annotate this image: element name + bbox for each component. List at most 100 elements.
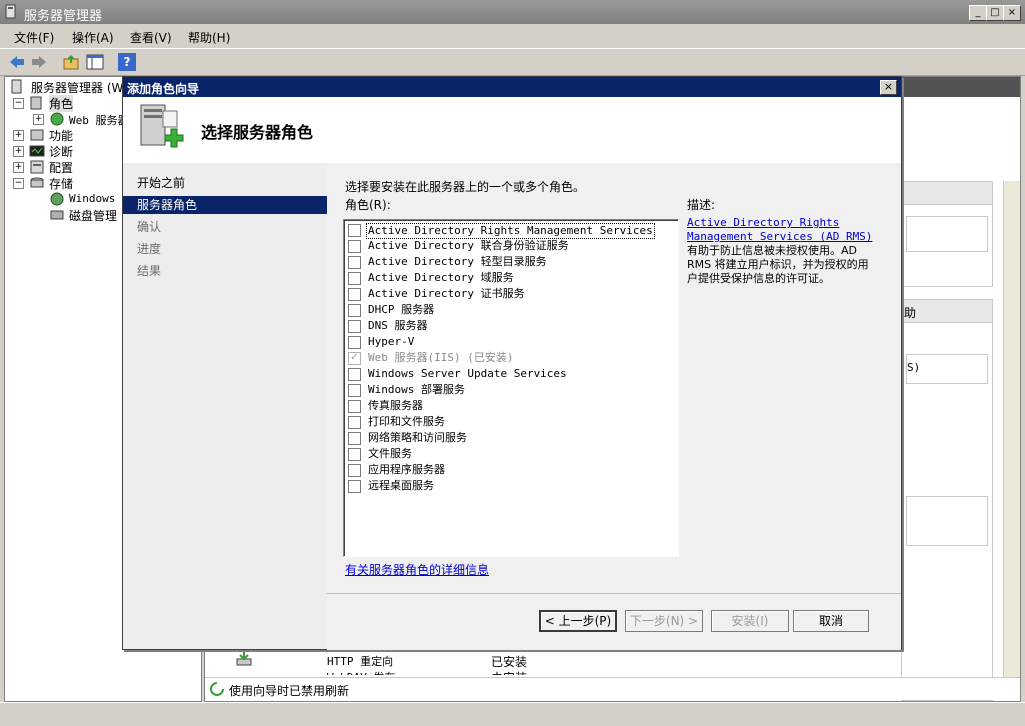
role-checkbox[interactable]: [348, 288, 361, 301]
minimize-button[interactable]: _: [969, 5, 987, 21]
tree-label-storage: 存储: [49, 177, 74, 191]
install-button: 安装(I): [711, 610, 789, 632]
window-titlebar: 服务器管理器 _ □ ×: [0, 0, 1025, 24]
step-results: 结果: [137, 264, 162, 278]
tree-label-features: 功能: [49, 129, 74, 143]
role-label: Active Directory 域服务: [368, 271, 514, 284]
dialog-header-title: 选择服务器角色: [201, 123, 314, 142]
instruction-text: 选择要安装在此服务器上的一个或多个角色。: [345, 180, 586, 194]
expand-features-toggle[interactable]: +: [13, 130, 24, 141]
step-before-you-begin[interactable]: 开始之前: [123, 174, 327, 192]
checkmark-icon: ✓: [348, 352, 361, 365]
tree-label-root: 服务器管理器 (W: [31, 81, 124, 95]
description-label: 描述:: [687, 198, 716, 212]
diagnostics-icon: [29, 145, 45, 157]
server-icon: [11, 79, 22, 94]
refresh-status-bar: 使用向导时已禁用刷新: [205, 677, 1020, 700]
role-checkbox[interactable]: [348, 480, 361, 493]
role-label: Windows 部署服务: [368, 383, 465, 396]
menu-view[interactable]: 查看(V): [130, 29, 172, 46]
side-panel-1: [901, 181, 993, 287]
wizard-steps: 开始之前 服务器角色 确认 进度 结果: [123, 163, 327, 649]
step-server-roles[interactable]: 服务器角色: [123, 196, 327, 214]
dialog-title: 添加角色向导: [127, 82, 200, 96]
role-label: Hyper-V: [368, 335, 415, 348]
add-roles-wizard-dialog: 添加角色向导 × 选择服务器角色 开始之前 服务器角色 确认 进度 结果 选择要…: [122, 76, 902, 650]
role-checkbox[interactable]: [348, 224, 361, 237]
step-progress: 进度: [137, 242, 162, 256]
cancel-button[interactable]: 取消: [793, 610, 869, 632]
maximize-button[interactable]: □: [986, 5, 1004, 21]
role-checkbox[interactable]: [348, 272, 361, 285]
description-link[interactable]: Active Directory Rights Management Servi…: [687, 216, 872, 243]
forward-arrow-icon[interactable]: [30, 53, 48, 71]
s-fragment-text: S): [907, 361, 921, 374]
expand-web-toggle[interactable]: +: [33, 114, 44, 125]
description-text: 有助于防止信息被未授权使用。AD RMS 将建立用户标识，并为授权的用户提供受保…: [687, 244, 869, 285]
side-panel-2: 助 S): [901, 299, 993, 701]
role-checkbox[interactable]: [348, 336, 361, 349]
collapse-storage-toggle[interactable]: −: [13, 178, 24, 189]
toolbar: ?: [0, 48, 1025, 76]
back-button[interactable]: < 上一步(P): [539, 610, 617, 632]
install-icon: [236, 650, 252, 666]
role-label: Windows Server Update Services: [368, 367, 567, 380]
tree-label-config: 配置: [49, 161, 74, 175]
role-service-status: 未安装: [491, 669, 527, 675]
up-folder-icon[interactable]: [62, 53, 80, 71]
role-label: Active Directory 轻型目录服务: [368, 255, 547, 268]
refresh-disabled-icon: [210, 682, 224, 696]
role-label: 网络策略和访问服务: [368, 431, 467, 444]
role-label: Active Directory 证书服务: [368, 287, 525, 300]
features-icon: [30, 129, 44, 141]
role-label: 打印和文件服务: [368, 415, 445, 428]
tree-label-roles: 角色: [49, 95, 74, 112]
role-checkbox[interactable]: [348, 320, 361, 333]
tree-label-diagnostics: 诊断: [49, 145, 74, 159]
expand-diagnostics-toggle[interactable]: +: [13, 146, 24, 157]
role-checkbox[interactable]: [348, 400, 361, 413]
collapse-roles-toggle[interactable]: −: [13, 98, 24, 109]
role-checkbox[interactable]: [348, 256, 361, 269]
role-checkbox[interactable]: [348, 304, 361, 317]
tree-label-web-server: Web 服务器: [69, 114, 129, 127]
web-server-icon: [50, 112, 64, 126]
next-button: 下一步(N) >: [625, 610, 703, 632]
menu-bar: 文件(F) 操作(A) 查看(V) 帮助(H): [0, 26, 1025, 48]
more-info-link[interactable]: 有关服务器角色的详细信息: [345, 561, 489, 578]
roles-icon: [30, 96, 42, 110]
roles-label: 角色(R):: [345, 198, 391, 212]
role-checkbox[interactable]: [348, 464, 361, 477]
role-checkbox[interactable]: [348, 432, 361, 445]
server-manager-icon: [5, 4, 16, 19]
role-checkbox[interactable]: [348, 368, 361, 381]
roles-listbox[interactable]: Active Directory Rights Management Servi…: [343, 219, 679, 557]
role-checkbox[interactable]: [348, 416, 361, 429]
role-checkbox[interactable]: [348, 448, 361, 461]
role-label: Active Directory Rights Management Servi…: [366, 223, 655, 239]
refresh-status-text: 使用向导时已禁用刷新: [229, 684, 350, 698]
tree-label-disk-management: 磁盘管理: [69, 209, 118, 223]
role-checkbox[interactable]: [348, 384, 361, 397]
dialog-close-button[interactable]: ×: [880, 80, 897, 95]
role-label: DNS 服务器: [368, 319, 428, 332]
menu-help[interactable]: 帮助(H): [188, 29, 230, 46]
role-label: Web 服务器(IIS) (已安装): [368, 351, 514, 364]
role-label: DHCP 服务器: [368, 303, 435, 316]
role-checkbox[interactable]: [348, 240, 361, 253]
back-arrow-icon[interactable]: [8, 53, 26, 71]
menu-file[interactable]: 文件(F): [14, 29, 54, 46]
show-hide-console-icon[interactable]: [86, 53, 104, 71]
close-button[interactable]: ×: [1003, 5, 1021, 21]
menu-action[interactable]: 操作(A): [72, 29, 114, 46]
help-icon[interactable]: ?: [118, 53, 136, 71]
disk-icon: [50, 210, 64, 220]
add-role-wizard-icon: [140, 104, 184, 148]
storage-icon: [30, 177, 44, 188]
role-service-name: WebDAV 发布: [327, 669, 395, 675]
role-service-status: 已安装: [491, 655, 528, 669]
role-label: 传真服务器: [368, 399, 423, 412]
expand-config-toggle[interactable]: +: [13, 162, 24, 173]
role-description: Active Directory Rights Management Servi…: [687, 216, 877, 286]
details-scrollbar[interactable]: [1003, 181, 1020, 679]
